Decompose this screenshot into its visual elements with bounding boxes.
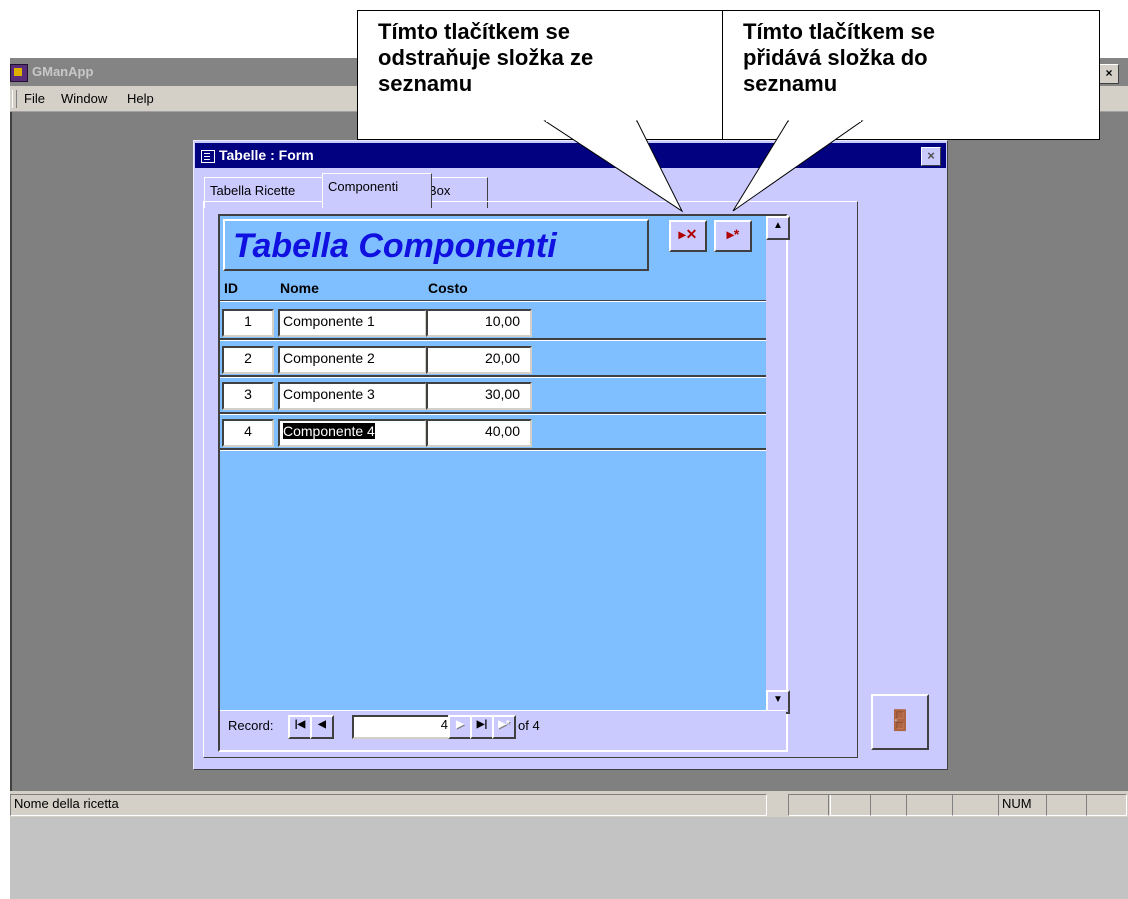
callout-add-tail xyxy=(732,120,864,212)
callout-tails xyxy=(543,120,864,213)
callout-delete-tail xyxy=(543,120,684,213)
tab-componenti[interactable]: Componenti xyxy=(322,173,432,208)
